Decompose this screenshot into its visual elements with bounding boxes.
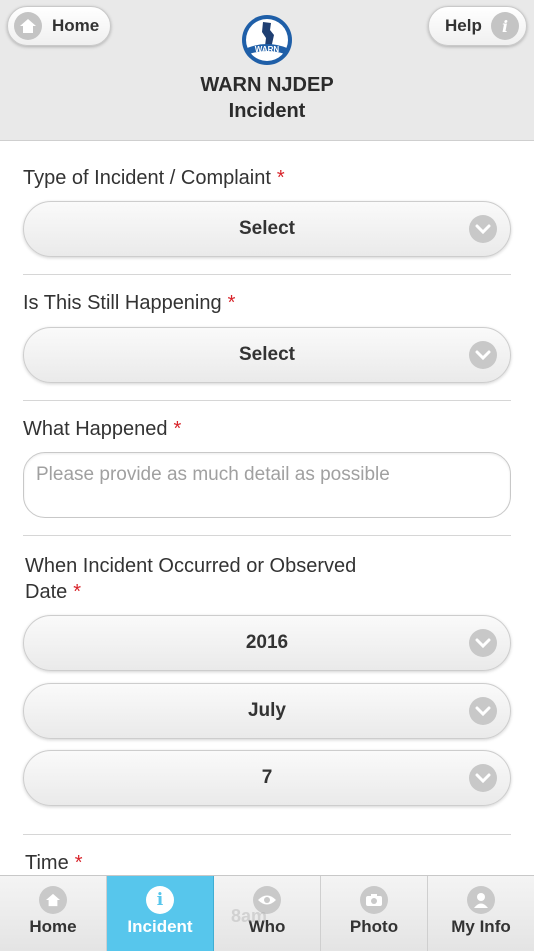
chevron-down-icon — [469, 629, 497, 657]
nav-incident-label: Incident — [127, 917, 193, 936]
incident-type-label: Type of Incident / Complaint * — [23, 167, 285, 190]
incident-type-select[interactable]: Select — [23, 201, 511, 257]
year-value: 2016 — [245, 632, 289, 653]
user-icon — [467, 886, 495, 914]
home-icon — [39, 886, 67, 914]
still-happening-label-text: Is This Still Happening — [23, 292, 222, 314]
day-select[interactable]: 7 — [23, 750, 511, 806]
nav-my-info-label: My Info — [451, 917, 511, 936]
required-marker: * — [173, 418, 182, 440]
divider — [23, 535, 511, 536]
incident-type-label-text: Type of Incident / Complaint — [23, 167, 271, 189]
home-button[interactable]: Home — [7, 6, 111, 46]
required-marker: * — [74, 852, 83, 874]
info-icon: i — [146, 886, 174, 914]
info-icon: i — [491, 12, 519, 40]
required-marker: * — [73, 581, 82, 603]
chevron-down-icon — [469, 697, 497, 725]
still-happening-select[interactable]: Select — [23, 327, 511, 383]
time-label-text: Time — [25, 852, 69, 874]
warn-logo: WARN — [241, 14, 293, 66]
what-happened-placeholder: Please provide as much detail as possibl… — [36, 464, 390, 485]
time-value-ghost: 8am — [231, 906, 268, 926]
nav-home-label: Home — [29, 917, 77, 936]
home-button-label: Home — [52, 16, 100, 35]
logo-text: WARN — [255, 45, 280, 54]
nav-my-info[interactable]: My Info — [428, 876, 534, 951]
date-label-line1: When Incident Occurred or Observed — [25, 555, 357, 577]
required-marker: * — [227, 292, 236, 314]
what-happened-label: What Happened * — [23, 418, 181, 441]
app-header: Home WARN Help i WARN NJDEP Incident — [0, 0, 534, 141]
app-title: WARN NJDEP — [200, 74, 334, 96]
page-title: Incident — [228, 100, 306, 122]
divider — [23, 834, 511, 835]
nav-photo-label: Photo — [349, 917, 399, 936]
year-select[interactable]: 2016 — [23, 615, 511, 671]
time-label: Time * — [25, 852, 83, 875]
month-select[interactable]: July — [23, 683, 511, 739]
divider — [23, 400, 511, 401]
nav-incident[interactable]: i Incident — [107, 876, 214, 951]
date-label-line2: Date — [25, 581, 68, 603]
camera-icon — [360, 886, 388, 914]
help-button-label: Help — [445, 16, 482, 35]
help-button[interactable]: Help i — [428, 6, 527, 46]
nav-photo[interactable]: Photo — [321, 876, 428, 951]
day-value: 7 — [261, 767, 273, 788]
chevron-down-icon — [469, 341, 497, 369]
chevron-down-icon — [469, 215, 497, 243]
incident-type-value: Select — [239, 218, 295, 239]
still-happening-value: Select — [239, 344, 295, 365]
chevron-down-icon — [469, 764, 497, 792]
what-happened-textarea[interactable]: Please provide as much detail as possibl… — [23, 452, 511, 518]
divider — [23, 274, 511, 275]
home-icon — [14, 12, 42, 40]
date-label: When Incident Occurred or Observed Date * — [25, 553, 356, 605]
nav-home[interactable]: Home — [0, 876, 107, 951]
required-marker: * — [276, 167, 285, 189]
month-value: July — [247, 700, 287, 721]
still-happening-label: Is This Still Happening * — [23, 292, 235, 315]
what-happened-label-text: What Happened — [23, 418, 168, 440]
